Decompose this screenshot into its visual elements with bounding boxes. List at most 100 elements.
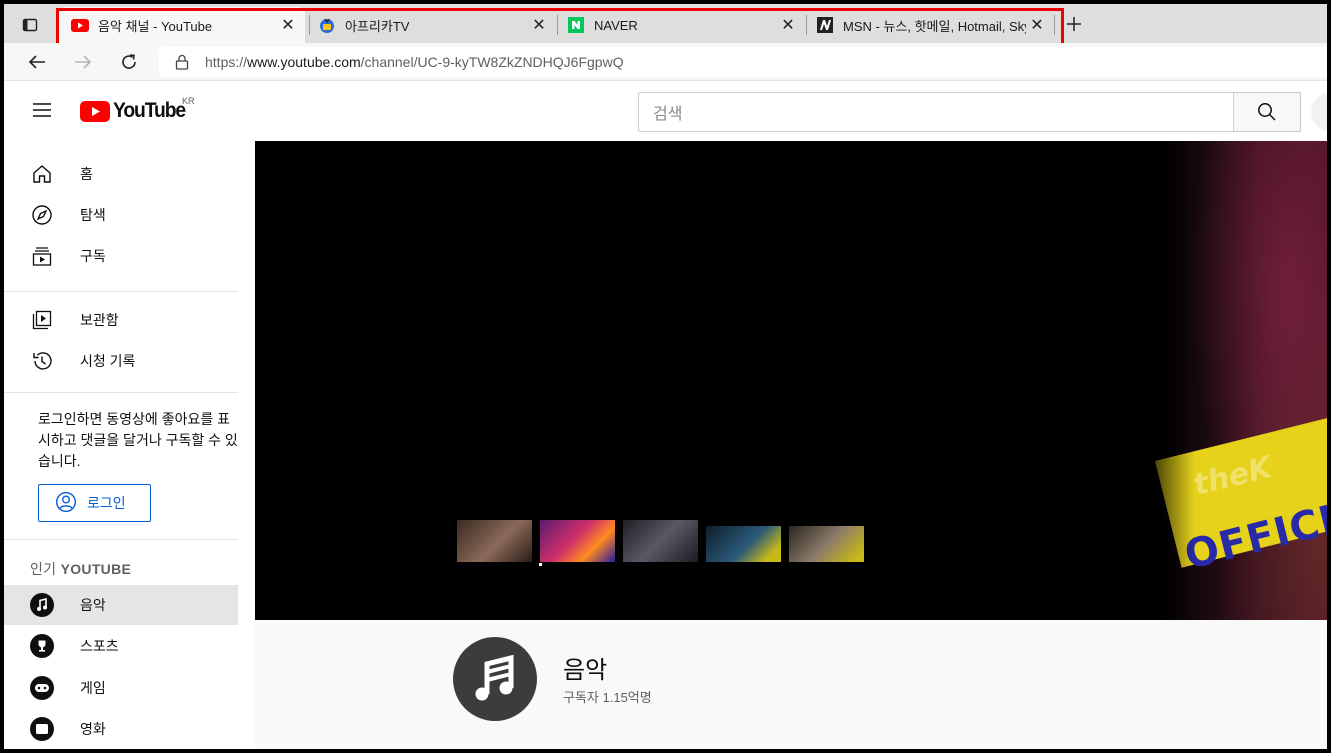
- sidebar-item-label: 스포츠: [80, 638, 119, 654]
- sidebar-item-sports[interactable]: 스포츠: [4, 626, 238, 666]
- subscriptions-icon: [30, 244, 54, 268]
- popular-heading-prefix: 인기: [30, 561, 57, 577]
- tab-close-icon[interactable]: ✕: [1026, 14, 1048, 36]
- new-tab-button[interactable]: [1062, 12, 1086, 36]
- tab-close-icon[interactable]: ✕: [528, 14, 550, 36]
- banner-thumbnail[interactable]: [789, 526, 864, 562]
- sidebar-item-music[interactable]: 음악: [4, 585, 238, 625]
- music-icon: [30, 593, 54, 617]
- naver-favicon-icon: [567, 16, 585, 34]
- banner-thumbnail[interactable]: [623, 520, 698, 562]
- sidebar-item-label: 시청 기록: [80, 353, 136, 369]
- guide-menu-button[interactable]: [30, 98, 54, 122]
- sidebar-item-label: 홈: [80, 166, 93, 182]
- sidebar-item-label: 음악: [80, 597, 106, 613]
- popular-heading-label: YOUTUBE: [60, 561, 132, 577]
- tab-actions-icon: [22, 18, 38, 32]
- channel-name: 음악: [563, 657, 608, 684]
- afreecatv-favicon-icon: [318, 16, 336, 34]
- trophy-icon: [30, 634, 54, 658]
- search-icon: [1258, 103, 1276, 121]
- sidebar-item-movies[interactable]: 영화: [4, 709, 238, 749]
- tab-title: 음악 채널 - YouTube: [98, 18, 213, 34]
- refresh-icon: [122, 54, 136, 69]
- subscriber-count: 구독자 1.15억명: [563, 690, 652, 705]
- search-button[interactable]: [1233, 92, 1301, 132]
- movie-icon: [30, 717, 54, 741]
- banner-thumbnail[interactable]: [457, 520, 532, 562]
- url-scheme: https://: [205, 54, 248, 70]
- banner-thumbnail[interactable]: [706, 526, 781, 562]
- tab-close-icon[interactable]: ✕: [277, 14, 299, 36]
- country-code: KR: [182, 96, 195, 106]
- tab-actions-button[interactable]: [18, 14, 42, 36]
- tab-afreecatv[interactable]: 아프리카TV ✕: [306, 7, 556, 43]
- sidebar-divider: [4, 539, 238, 540]
- tab-title: MSN - 뉴스, 핫메일, Hotmail, Skype: [843, 18, 1026, 34]
- tab-close-icon[interactable]: ✕: [777, 14, 799, 36]
- youtube-header: YouTube KR 검색: [4, 81, 1327, 141]
- sidebar-item-label: 구독: [80, 248, 106, 264]
- youtube-play-logo-icon: [80, 100, 110, 122]
- banner-fade: [1135, 141, 1195, 620]
- tab-title: NAVER: [594, 17, 638, 33]
- logo-wordmark: YouTube: [113, 99, 186, 122]
- refresh-button[interactable]: [116, 50, 142, 74]
- youtube-favicon-icon: [71, 16, 89, 34]
- tab-msn[interactable]: MSN - 뉴스, 핫메일, Hotmail, Skype ✕: [804, 7, 1054, 43]
- lock-icon[interactable]: [175, 54, 193, 70]
- address-bar[interactable]: https://www.youtube.com/channel/UC-9-kyT…: [159, 47, 1327, 77]
- login-button-label: 로그인: [87, 495, 126, 511]
- arrow-right-icon: [75, 55, 92, 69]
- compass-icon: [30, 203, 54, 227]
- sidebar-item-gaming[interactable]: 게임: [4, 668, 238, 708]
- login-prompt-text: 로그인하면 동영상에 좋아요를 표시하고 댓글을 달거나 구독할 수 있습니다.: [38, 411, 238, 469]
- tab-naver[interactable]: NAVER ✕: [555, 7, 805, 43]
- thumbnail-indicator: [539, 563, 542, 566]
- youtube-logo[interactable]: YouTube KR: [80, 96, 195, 123]
- login-button[interactable]: 로그인: [38, 484, 151, 522]
- tab-youtube[interactable]: 음악 채널 - YouTube ✕: [59, 7, 305, 43]
- sidebar-item-subscriptions[interactable]: 구독: [4, 236, 238, 276]
- banner-thumbnail[interactable]: [540, 520, 615, 562]
- history-icon: [30, 349, 54, 373]
- arrow-left-icon: [28, 55, 45, 69]
- url-path: /channel/UC-9-kyTW8ZkZNDHQJ6FgpwQ: [360, 54, 624, 70]
- sidebar-item-explore[interactable]: 탐색: [4, 195, 238, 235]
- url-text[interactable]: https://www.youtube.com/channel/UC-9-kyT…: [205, 54, 624, 70]
- back-button[interactable]: [24, 50, 50, 74]
- search-placeholder: 검색: [653, 106, 683, 123]
- address-toolbar: https://www.youtube.com/channel/UC-9-kyT…: [4, 43, 1327, 81]
- microphone-icon: [1324, 102, 1331, 122]
- library-icon: [30, 308, 54, 332]
- plus-icon: [1067, 17, 1081, 31]
- sidebar-item-history[interactable]: 시청 기록: [4, 341, 238, 381]
- sidebar-divider: [4, 291, 238, 292]
- popular-section-heading: 인기 YOUTUBE: [30, 559, 131, 579]
- forward-button[interactable]: [70, 50, 96, 74]
- sidebar-item-label: 게임: [80, 680, 106, 696]
- sidebar-item-label: 탐색: [80, 207, 106, 223]
- sidebar-item-home[interactable]: 홈: [4, 154, 238, 194]
- gamepad-icon: [30, 676, 54, 700]
- browser-window: 음악 채널 - YouTube ✕ 아프리카TV ✕ NAVER ✕ MSN -…: [0, 0, 1331, 753]
- sidebar-item-label: 보관함: [80, 312, 119, 328]
- sidebar-item-library[interactable]: 보관함: [4, 300, 238, 340]
- hamburger-icon: [33, 103, 51, 117]
- search-input[interactable]: 검색: [638, 92, 1234, 132]
- tab-strip: 음악 채널 - YouTube ✕ 아프리카TV ✕ NAVER ✕ MSN -…: [4, 4, 1327, 43]
- tab-separator: [1054, 15, 1055, 35]
- sidebar-divider: [4, 392, 238, 393]
- tab-title: 아프리카TV: [345, 18, 410, 34]
- msn-favicon-icon: [816, 16, 834, 34]
- music-note-icon: [475, 654, 514, 701]
- channel-header: 음악 구독자 1.15억명: [255, 620, 1327, 749]
- guide-sidebar: 홈 탐색 구독 보관함 시청 기록 로그인하면 동영상에 좋아요를 표시하고 댓…: [4, 141, 246, 749]
- channel-banner: theK OFFICIA: [255, 141, 1327, 620]
- sidebar-item-label: 영화: [80, 721, 106, 737]
- channel-avatar: [453, 637, 537, 721]
- url-host: www.youtube.com: [247, 54, 361, 70]
- account-icon: [55, 491, 79, 515]
- home-icon: [30, 162, 54, 186]
- voice-search-button[interactable]: [1311, 92, 1331, 132]
